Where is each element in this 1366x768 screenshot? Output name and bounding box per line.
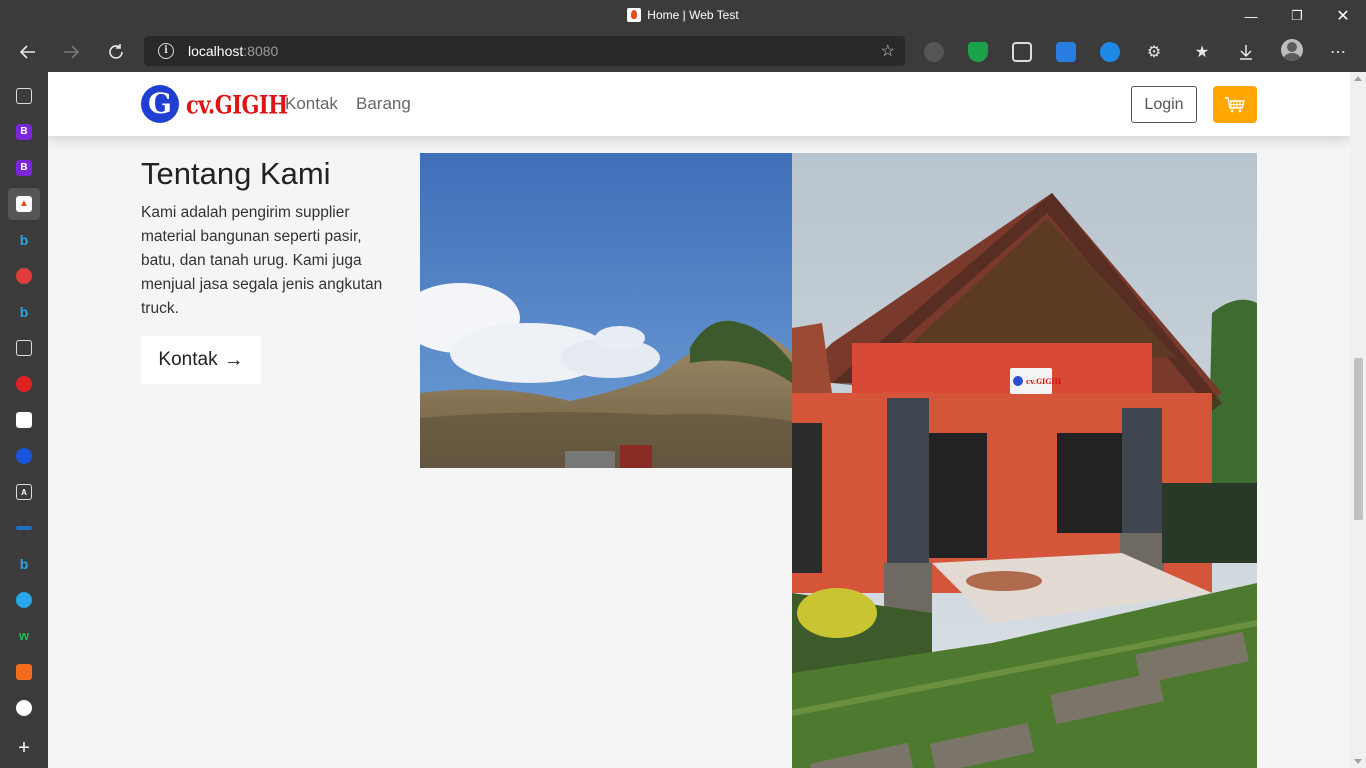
extension-translate-icon[interactable] — [1056, 42, 1076, 62]
tab-codeigniter-icon[interactable]: ▲ — [16, 196, 32, 212]
extensions-puzzle-icon[interactable]: ⚙ — [1138, 36, 1170, 68]
brand-logo-icon: G — [141, 85, 179, 123]
office-house-photo: cv.GIGIH — [792, 153, 1257, 768]
tab-bootstrap-icon[interactable]: B — [16, 124, 32, 140]
browser-toolbar: i localhost:8080 ☆ ⚙ ★ ⋯ — [0, 32, 1366, 72]
nav-link-barang[interactable]: Barang — [356, 94, 411, 114]
new-tab-plus-icon[interactable]: + — [16, 738, 32, 758]
kontak-button[interactable]: Kontak → — [141, 336, 261, 384]
tab-code-icon[interactable]: A — [16, 484, 32, 500]
favorite-star-icon[interactable]: ☆ — [881, 41, 895, 61]
restore-button[interactable]: ❐ — [1274, 0, 1320, 32]
tab-line-icon[interactable] — [16, 526, 32, 530]
tab-bootstrap-icon-2[interactable]: B — [16, 160, 32, 176]
scroll-down-arrow-icon[interactable] — [1354, 759, 1362, 764]
about-heading: Tentang Kami — [141, 156, 331, 191]
kontak-button-label: Kontak — [158, 349, 218, 370]
tab-gigih-icon[interactable] — [16, 268, 32, 284]
extension-sync-icon[interactable] — [1100, 42, 1120, 62]
window-title: Home | Web Test — [0, 8, 1366, 22]
tab-xampp-icon[interactable] — [16, 664, 32, 680]
brand-name: cv.GIGIH — [186, 89, 288, 119]
back-arrow-icon — [19, 45, 35, 59]
scrollbar-thumb[interactable] — [1354, 358, 1363, 520]
tab-bing-icon-3[interactable]: b — [16, 556, 32, 572]
forward-arrow-icon — [64, 45, 80, 59]
brand-logo[interactable]: G cv.GIGIH — [141, 84, 288, 124]
back-button[interactable] — [12, 36, 44, 68]
close-window-button[interactable]: ✕ — [1320, 0, 1366, 32]
site-info-icon[interactable]: i — [158, 43, 174, 59]
vertical-tabs-sidebar: B B ▲ b b A b w + — [0, 72, 48, 768]
cart-icon — [1225, 96, 1245, 112]
login-button[interactable]: Login — [1131, 86, 1197, 123]
window-title-text: Home | Web Test — [647, 8, 739, 22]
tab-bing-icon[interactable]: b — [16, 232, 32, 248]
tab-favicon-icon — [627, 8, 642, 22]
extension-mouse-icon[interactable] — [924, 42, 944, 62]
forward-button[interactable] — [55, 36, 87, 68]
tab-red-icon[interactable] — [16, 376, 32, 392]
tab-bing-icon-2[interactable]: b — [16, 304, 32, 320]
title-bar: Home | Web Test — ❐ ✕ — [0, 0, 1366, 32]
minimize-button[interactable]: — — [1228, 0, 1274, 32]
tab-codepen-icon[interactable] — [16, 412, 32, 428]
reload-icon — [109, 44, 123, 59]
page-scrollbar[interactable] — [1350, 72, 1366, 768]
arrow-right-icon: → — [223, 348, 244, 371]
quarry-photo — [420, 153, 792, 468]
downloads-icon[interactable] — [1230, 36, 1262, 68]
favorites-icon[interactable]: ★ — [1186, 36, 1218, 68]
extension-shield-icon[interactable] — [968, 42, 988, 62]
tab-blue-icon[interactable] — [16, 448, 32, 464]
tab-github-icon[interactable] — [16, 700, 32, 716]
about-description: Kami adalah pengirim supplier material b… — [141, 204, 383, 317]
tab-document-icon[interactable] — [16, 340, 32, 356]
house-sign-text: cv.GIGIH — [1026, 377, 1062, 386]
profile-avatar[interactable] — [1281, 39, 1303, 61]
site-navbar: G cv.GIGIH Kontak Barang Login — [48, 72, 1350, 136]
settings-more-icon[interactable]: ⋯ — [1322, 36, 1354, 68]
tab-w-icon[interactable]: w — [16, 628, 32, 644]
scroll-up-arrow-icon[interactable] — [1354, 76, 1362, 81]
reload-button[interactable] — [100, 36, 132, 68]
tab-actions-icon[interactable] — [16, 88, 32, 104]
extension-glasses-icon[interactable] — [1012, 42, 1032, 62]
page-viewport: G cv.GIGIH Kontak Barang Login Tentang K… — [48, 72, 1350, 768]
address-bar[interactable]: i localhost:8080 ☆ — [144, 36, 905, 66]
tab-ca-icon[interactable] — [16, 592, 32, 608]
cart-button[interactable] — [1213, 86, 1257, 123]
url-text[interactable]: localhost:8080 — [188, 43, 278, 59]
nav-link-kontak[interactable]: Kontak — [285, 94, 338, 114]
